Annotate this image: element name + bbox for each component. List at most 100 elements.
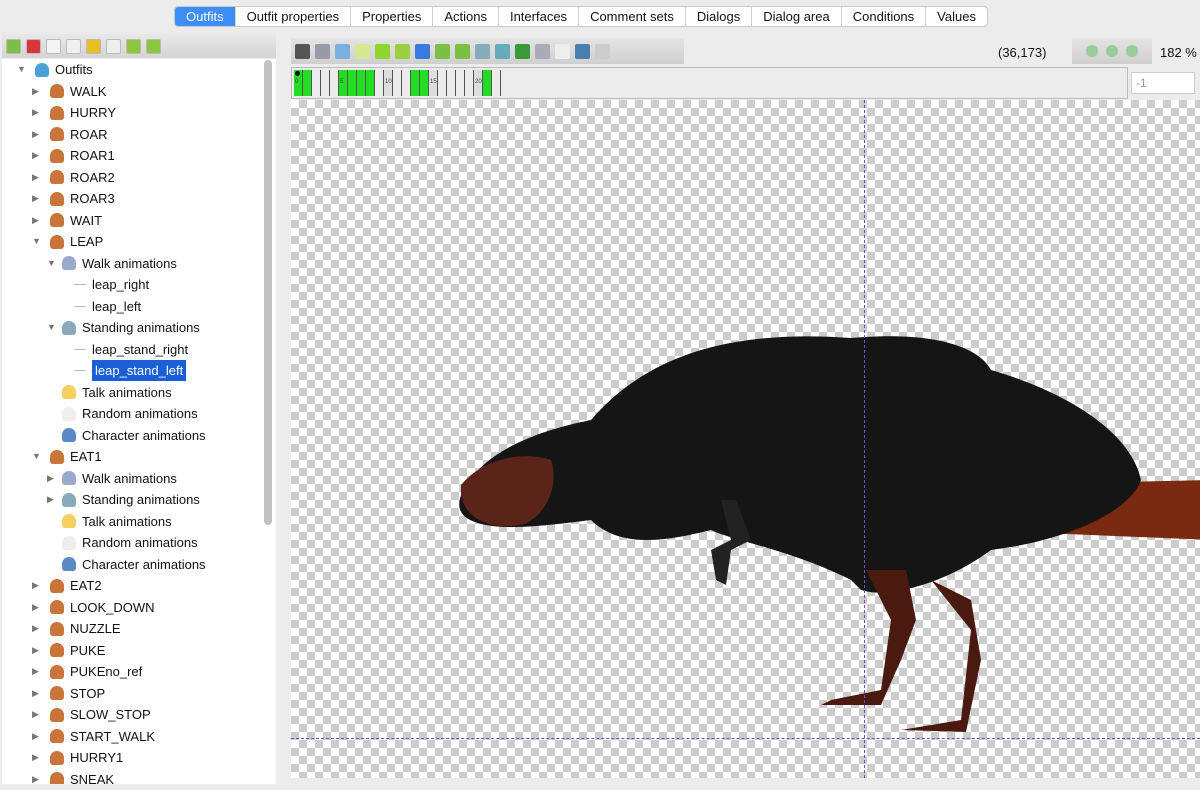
outfit-tree[interactable]: ▼ Outfits ▶ WALK ▶ HURRY ▶ ROAR ▶ ROAR1 ▶ ROAR2 ▶ ROA… (2, 59, 276, 784)
expand-down-icon[interactable]: ▼ (32, 231, 44, 252)
tree-item[interactable]: ▶ PUKE (32, 640, 105, 661)
tree-item[interactable]: ▼ Outfits (17, 59, 93, 80)
timeline-frame[interactable] (456, 70, 465, 96)
timeline-frame[interactable] (483, 70, 492, 96)
expand-right-icon[interactable]: ▶ (47, 489, 59, 510)
tree-item[interactable]: ▶ EAT2 (32, 575, 102, 596)
timeline-frame[interactable] (366, 70, 375, 96)
expand-right-icon[interactable]: ▶ (32, 704, 44, 725)
tab-dialogs[interactable]: Dialogs (686, 7, 753, 26)
tab-values[interactable]: Values (926, 7, 987, 26)
timeline-frame[interactable]: 0 (294, 70, 303, 96)
tab-interfaces[interactable]: Interfaces (499, 7, 580, 26)
shape-icon[interactable] (515, 43, 530, 59)
tab-properties[interactable]: Properties (351, 7, 434, 26)
tree-item[interactable]: ▶ ROAR (32, 124, 108, 145)
tree-item[interactable]: ▶ HURRY (32, 102, 116, 123)
tree-item[interactable]: ▶ NUZZLE (32, 618, 121, 639)
tree-item[interactable]: ▼ LEAP (32, 231, 103, 252)
tab-conditions[interactable]: Conditions (842, 7, 927, 26)
expand-right-icon[interactable]: ▶ (32, 575, 44, 596)
horizontal-guide[interactable] (291, 738, 1200, 739)
tree-item[interactable]: ▶ WAIT (32, 210, 102, 231)
add-image-icon[interactable] (495, 43, 510, 59)
expand-right-icon[interactable]: ▶ (47, 468, 59, 489)
expand-right-icon[interactable]: ▶ (32, 145, 44, 166)
tab-actions[interactable]: Actions (433, 7, 499, 26)
tree-item[interactable]: ▶ START_WALK (32, 726, 155, 747)
timeline-frame[interactable] (402, 70, 411, 96)
expand-right-icon[interactable]: ▶ (32, 618, 44, 639)
first-frame-icon[interactable] (335, 43, 350, 59)
tree-item[interactable]: leap_stand_left (62, 360, 187, 381)
timeline-frame[interactable] (321, 70, 330, 96)
timeline-frame[interactable] (465, 70, 474, 96)
timeline-frame[interactable] (447, 70, 456, 96)
expand-right-icon[interactable]: ▶ (32, 640, 44, 661)
timeline-frame[interactable]: 5 (339, 70, 348, 96)
tree-item[interactable]: leap_left (62, 296, 141, 317)
tree-item[interactable]: ▼ Walk animations (47, 253, 177, 274)
tree-item[interactable]: ▼ Standing animations (47, 317, 200, 338)
grid-icon[interactable] (555, 43, 570, 59)
tree-item[interactable]: Random animations (47, 532, 198, 553)
vertical-guide[interactable] (864, 100, 865, 778)
expand-down-icon[interactable]: ▼ (17, 59, 29, 80)
tree-item[interactable]: ▶ WALK (32, 81, 106, 102)
timeline-frame[interactable] (375, 70, 384, 96)
settings-icon[interactable] (315, 43, 330, 59)
zoom-in-icon[interactable] (1086, 45, 1098, 57)
tree-item[interactable]: Talk animations (47, 511, 172, 532)
timeline-frame[interactable]: 10 (384, 70, 393, 96)
frame-timeline[interactable]: 0 5 10 15 20 (291, 67, 1128, 99)
tree-item[interactable]: leap_right (62, 274, 149, 295)
zoom-out-icon[interactable] (1126, 45, 1138, 57)
prev-frame-icon[interactable] (355, 43, 370, 59)
timeline-frame[interactable] (420, 70, 429, 96)
expand-right-icon[interactable]: ▶ (32, 188, 44, 209)
tree-item[interactable]: leap_stand_right (62, 339, 188, 360)
numbering-icon[interactable] (535, 43, 550, 59)
expand-right-icon[interactable]: ▶ (32, 597, 44, 618)
expand-right-icon[interactable]: ▶ (32, 747, 44, 768)
tab-outfits[interactable]: Outfits (175, 7, 236, 26)
timeline-frame[interactable] (393, 70, 402, 96)
edit-frame-icon[interactable] (475, 43, 490, 59)
remove-icon[interactable] (26, 38, 41, 54)
timeline-frame[interactable] (348, 70, 357, 96)
timeline-frame[interactable] (438, 70, 447, 96)
tree-item[interactable]: ▶ PUKEno_ref (32, 661, 142, 682)
expand-down-icon[interactable]: ▼ (47, 253, 59, 274)
tree-item[interactable]: ▼ EAT1 (32, 446, 102, 467)
tab-dialog-area[interactable]: Dialog area (752, 7, 842, 26)
timeline-frame[interactable] (312, 70, 321, 96)
tree-item[interactable]: ▶ ROAR2 (32, 167, 115, 188)
timeline-frame[interactable] (411, 70, 420, 96)
expand-right-icon[interactable]: ▶ (32, 81, 44, 102)
add-icon[interactable] (6, 38, 21, 54)
expand-right-icon[interactable]: ▶ (32, 102, 44, 123)
expand-right-icon[interactable]: ▶ (32, 726, 44, 747)
tab-comment-sets[interactable]: Comment sets (579, 7, 686, 26)
tree-item[interactable]: Talk animations (47, 382, 172, 403)
tree-item[interactable]: ▶ HURRY1 (32, 747, 123, 768)
expand-down-icon[interactable]: ▼ (47, 317, 59, 338)
tree-item[interactable]: ▶ STOP (32, 683, 105, 704)
tree-item[interactable]: Character animations (47, 554, 206, 575)
tree-item[interactable]: ▶ Walk animations (47, 468, 177, 489)
add-frame-icon[interactable] (435, 43, 450, 59)
tree-item[interactable]: ▶ SLOW_STOP (32, 704, 151, 725)
filmstrip-icon[interactable] (295, 43, 310, 59)
tree-item[interactable]: Character animations (47, 425, 206, 446)
paste-icon[interactable] (106, 38, 121, 54)
zoom-reset-icon[interactable] (1106, 45, 1118, 57)
tab-outfit-properties[interactable]: Outfit properties (236, 7, 352, 26)
expand-right-icon[interactable]: ▶ (32, 769, 44, 785)
frame-input[interactable]: -1 (1131, 72, 1195, 94)
import-icon[interactable] (86, 38, 101, 54)
tree-item[interactable]: ▶ ROAR1 (32, 145, 115, 166)
eye-icon[interactable] (575, 43, 590, 59)
sprite-canvas[interactable] (291, 100, 1200, 778)
expand-right-icon[interactable]: ▶ (32, 124, 44, 145)
play-icon[interactable] (375, 43, 390, 59)
